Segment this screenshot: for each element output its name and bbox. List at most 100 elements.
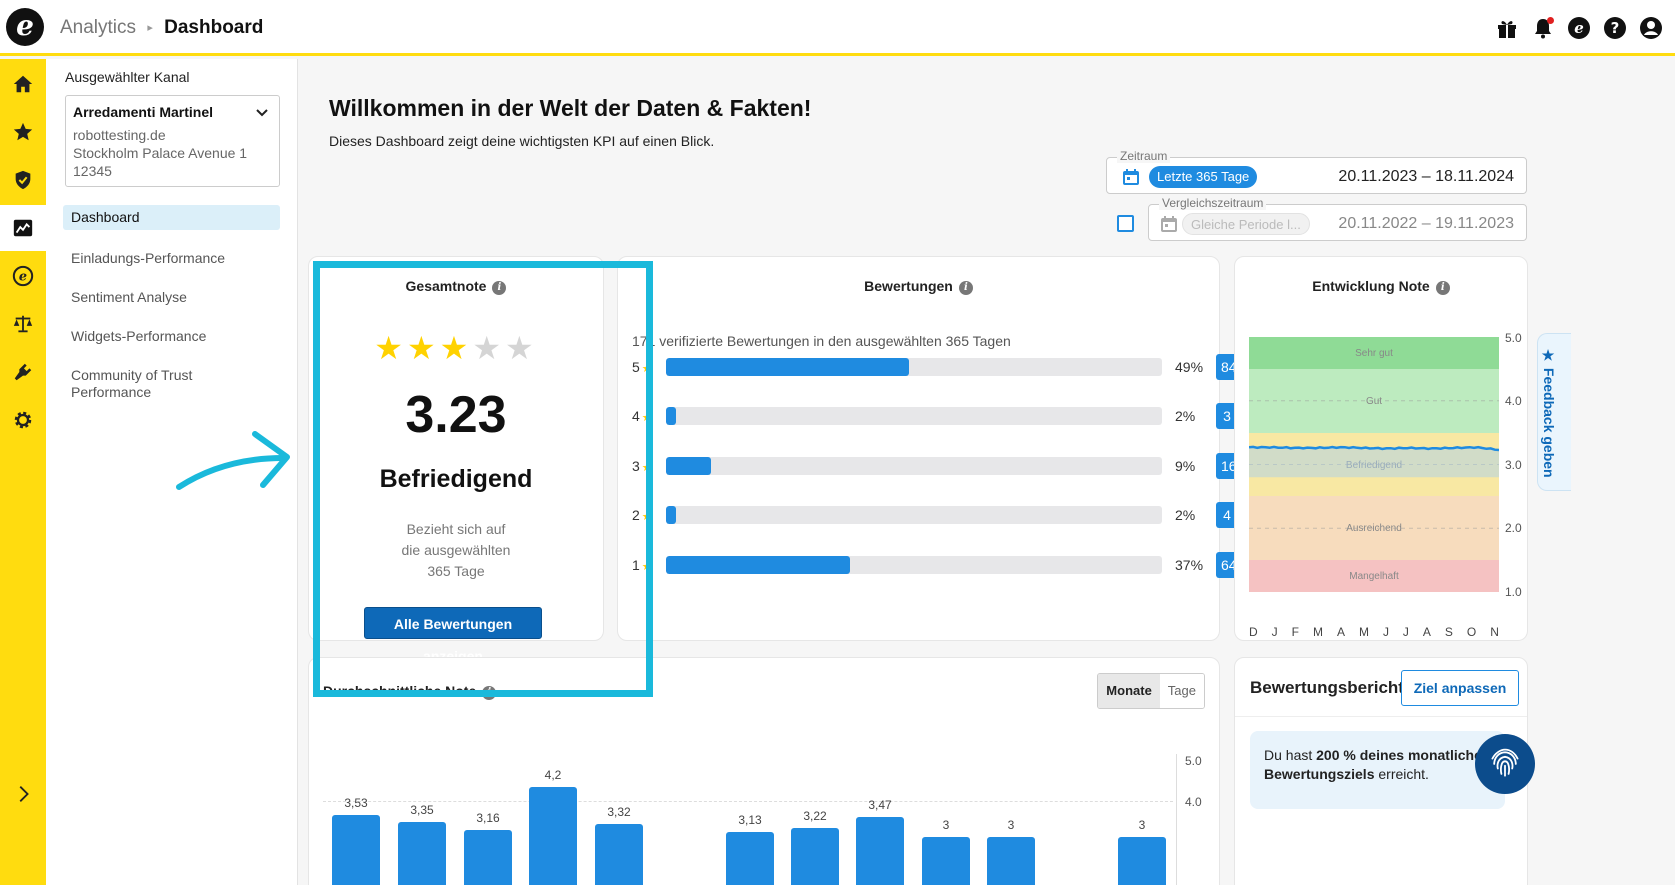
granularity-toggle: Monate Tage [1097, 673, 1205, 709]
help-icon[interactable]: ? [1603, 16, 1627, 40]
rating-row-5-stars: 5 ★ 49% 84 [632, 354, 1242, 380]
rating-bar-fill [666, 407, 676, 425]
rail-integrations[interactable] [0, 349, 46, 395]
month-tick: D [1249, 625, 1258, 639]
bar-value-label: 4,2 [544, 768, 562, 783]
rating-percent: 9% [1175, 458, 1196, 474]
notification-dot [1547, 17, 1554, 24]
rail-legal[interactable] [0, 301, 46, 347]
rating-bar-track [666, 407, 1162, 425]
bar-value-label: 3,32 [607, 804, 631, 819]
rail-trusted[interactable]: e [0, 253, 46, 299]
month-tick: J [1271, 625, 1278, 639]
bar-value-label: 3 [1007, 818, 1015, 832]
sidebar-item-invitation-performance[interactable]: Einladungs-Performance [63, 244, 280, 273]
fingerprint-button[interactable] [1475, 734, 1535, 794]
breadcrumb-separator: ▸ [147, 22, 153, 34]
bar-value-label: 3,22 [803, 808, 827, 823]
trusted-e-icon: e [12, 265, 34, 287]
average-bar[interactable] [1118, 837, 1166, 885]
sidebar-item-sentiment-analysis[interactable]: Sentiment Analyse [63, 283, 280, 312]
ratings-distribution-card: Bewertungen i 171 verifizierte Bewertunge… [617, 256, 1242, 641]
rail-analytics[interactable] [0, 205, 46, 251]
plug-icon [14, 363, 32, 381]
breadcrumb-analytics[interactable]: Analytics [60, 17, 136, 38]
sidebar-nav: Dashboard Einladungs-Performance Sentime… [63, 205, 280, 417]
gear-icon [14, 411, 32, 429]
divider [1235, 716, 1527, 717]
rail-reviews[interactable] [0, 109, 46, 155]
toggle-months[interactable]: Monate [1098, 674, 1160, 708]
average-bar[interactable] [595, 823, 643, 885]
rail-home[interactable] [0, 61, 46, 107]
rail-expand[interactable] [0, 771, 46, 817]
chevron-right-icon [19, 786, 29, 802]
average-bar[interactable] [529, 787, 577, 885]
rating-bar-fill [666, 358, 910, 376]
info-icon[interactable]: i [958, 281, 973, 295]
calendar-icon [1161, 216, 1177, 232]
bar-value-label: 3 [1138, 818, 1146, 832]
svg-text:?: ? [1611, 19, 1620, 37]
app-logo[interactable]: e [6, 8, 44, 46]
month-tick: A [1336, 625, 1345, 639]
ratings-title: Bewertungen i [618, 278, 1219, 295]
average-bar[interactable] [922, 837, 970, 885]
average-bar[interactable] [332, 815, 380, 885]
compare-checkbox[interactable] [1117, 215, 1134, 232]
page-subtitle: Dieses Dashboard zeigt deine wichtigsten… [329, 133, 715, 149]
page-title: Willkommen in der Welt der Daten & Fakte… [329, 95, 812, 121]
bar-value-label: 3,13 [738, 812, 762, 827]
report-title: Bewertungsbericht [1250, 678, 1404, 697]
period-label: Zeitraum [1117, 149, 1171, 163]
axis-tick: 1.0 [1505, 585, 1522, 599]
month-tick: M [1358, 625, 1369, 639]
channel-zip: 12345 [73, 163, 112, 179]
average-bar[interactable] [987, 837, 1035, 885]
rail-shield[interactable] [0, 157, 46, 203]
trusted-e-icon[interactable]: e [1567, 16, 1591, 40]
average-bar[interactable] [726, 831, 774, 885]
average-bar[interactable] [856, 817, 904, 885]
grid-line [323, 801, 1173, 802]
home-icon [13, 75, 33, 93]
gift-icon[interactable] [1495, 16, 1519, 40]
period-chip[interactable]: Letzte 365 Tage [1149, 166, 1258, 188]
info-icon[interactable]: i [1435, 281, 1450, 295]
topbar-icons: e ? [1495, 16, 1663, 40]
grade-trend-card: Entwicklung Notei Sehr gut Gut Befriedig… [1234, 256, 1528, 641]
sidebar-item-dashboard[interactable]: Dashboard [63, 205, 280, 230]
account-icon[interactable] [1639, 16, 1663, 40]
rating-percent: 2% [1175, 408, 1196, 424]
feedback-tab-label[interactable]: ★ Feedback geben [1541, 348, 1557, 478]
adjust-goal-button[interactable]: Ziel anpassen [1401, 670, 1519, 706]
trend-area [1249, 446, 1499, 478]
sidebar-item-community-of-trust[interactable]: Community of Trust Performance [63, 361, 213, 407]
rating-bar-track [666, 506, 1162, 524]
rating-bar-fill [666, 457, 711, 475]
rating-bar-track [666, 358, 1162, 376]
axis-tick: 4.0 [1185, 795, 1202, 809]
period-field[interactable]: Zeitraum Letzte 365 Tage 20.11.2023 – 18… [1106, 149, 1527, 194]
bell-icon[interactable] [1531, 16, 1555, 40]
rail-settings[interactable] [0, 397, 46, 443]
sidebar-item-widgets-performance[interactable]: Widgets-Performance [63, 322, 280, 351]
rating-percent: 49% [1175, 359, 1204, 375]
channel-select[interactable]: Arredamenti Martinel robottesting.de Sto… [65, 95, 280, 187]
compare-period-field[interactable]: Vergleichszeitraum Gleiche Periode l... … [1148, 196, 1527, 241]
toggle-days[interactable]: Tage [1159, 674, 1204, 708]
ratings-intro: 171 verifizierte Bewertungen in den ausg… [632, 333, 1011, 349]
breadcrumb: Analytics ▸ Dashboard [60, 17, 263, 39]
axis-line [1176, 754, 1177, 885]
average-bar[interactable] [464, 830, 512, 885]
average-bar[interactable] [791, 827, 839, 885]
rating-row-1-stars: 1 ★ 37% 64 [632, 552, 1242, 578]
axis-tick: 5.0 [1505, 331, 1522, 345]
star-icon [13, 122, 33, 141]
shield-check-icon [15, 170, 31, 190]
month-tick: O [1466, 625, 1477, 639]
compare-chip: Gleiche Periode l... [1182, 213, 1310, 235]
compare-range: 20.11.2022 – 19.11.2023 [1338, 215, 1514, 232]
average-bar[interactable] [398, 822, 446, 885]
month-tick: S [1444, 625, 1453, 639]
